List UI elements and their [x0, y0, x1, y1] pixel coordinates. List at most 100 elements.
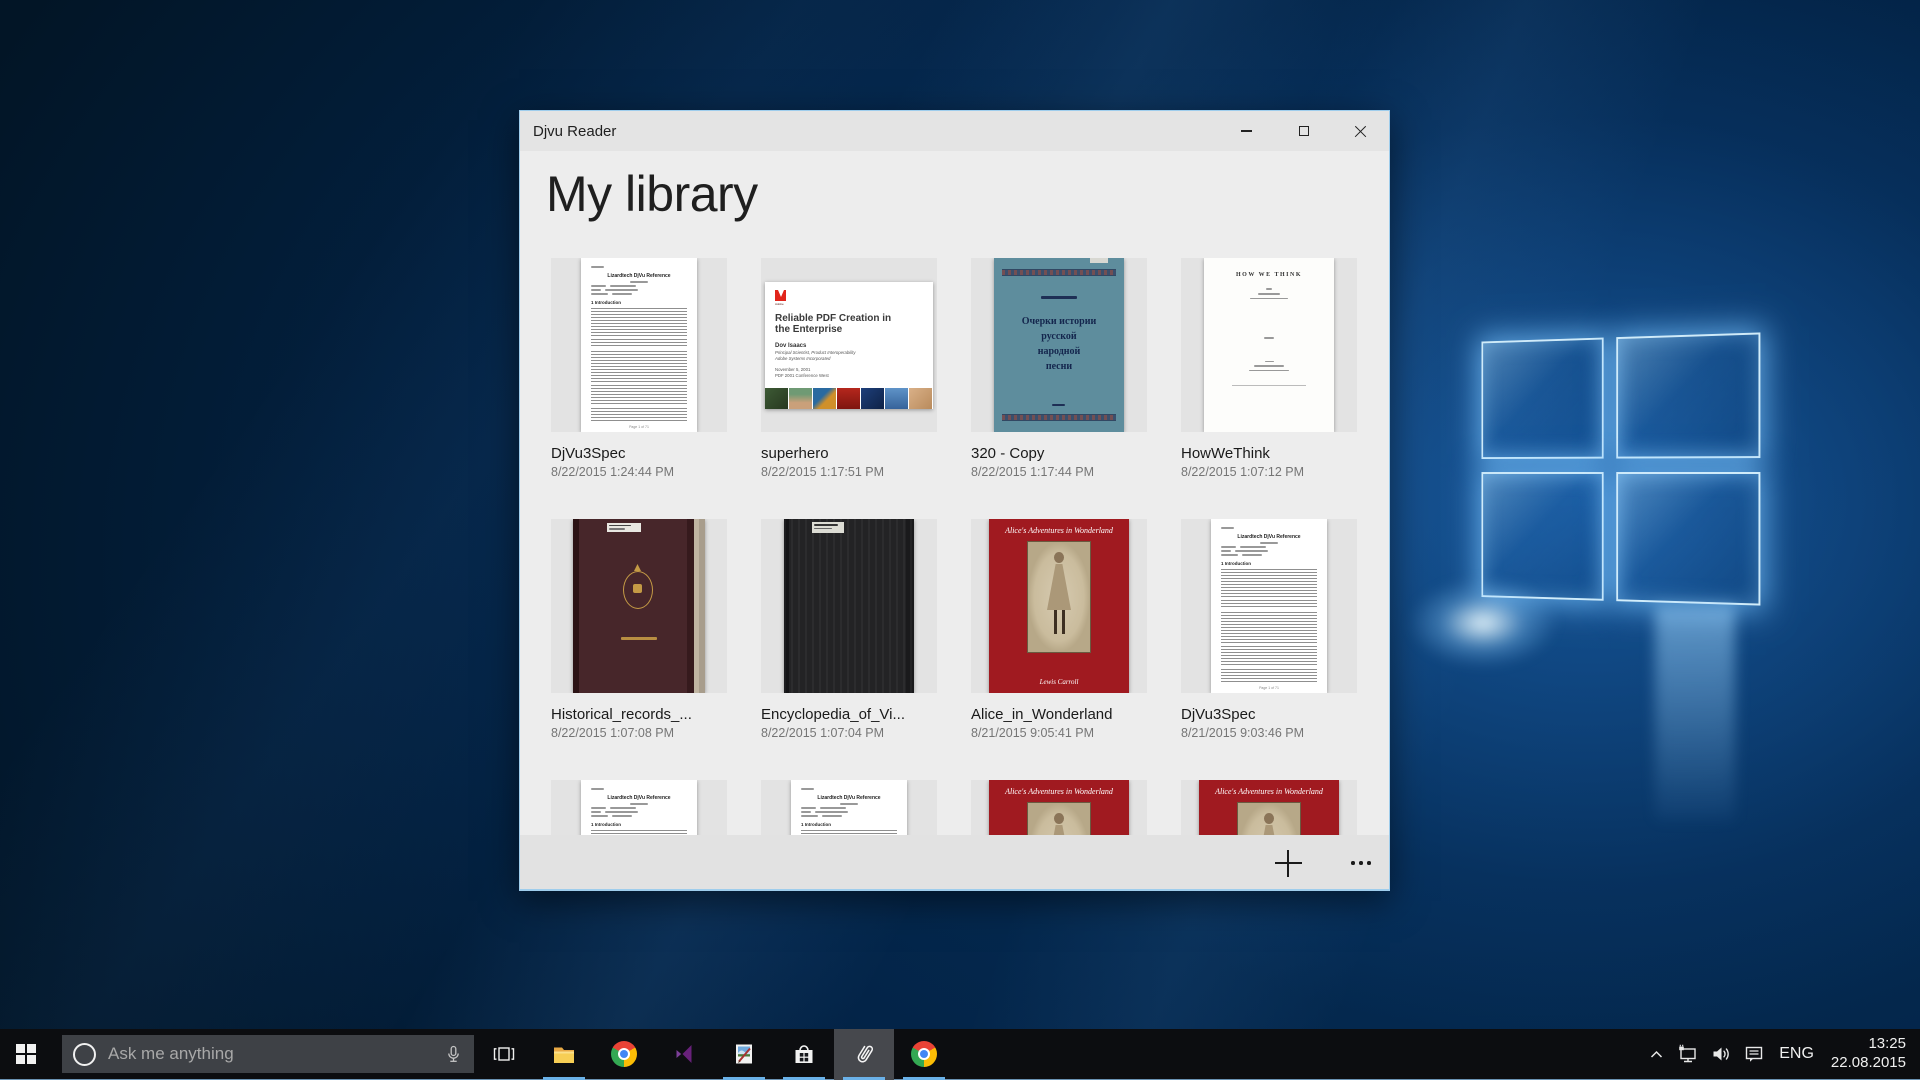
item-date: 8/22/2015 1:17:51 PM: [761, 465, 937, 479]
language-indicator[interactable]: ENG: [1775, 1045, 1818, 1063]
library-item[interactable]: Lizardtech DjVu Reference 1 Introduction: [1181, 519, 1357, 780]
library-item[interactable]: Alice's Adventures in Wonderland Lewis C…: [971, 519, 1147, 780]
cover-red-book: Alice's Adventures in Wonderland Lewis C…: [989, 519, 1129, 693]
library-label: [812, 522, 844, 533]
cover-maroon-book: [573, 519, 705, 693]
doc-section: 1 Introduction: [1221, 561, 1317, 566]
text-line: [630, 281, 648, 283]
text-line: [1250, 298, 1288, 300]
text-paragraph: [1221, 600, 1317, 609]
volume-button[interactable]: [1709, 1042, 1733, 1066]
maximize-button[interactable]: [1275, 111, 1332, 151]
app-command-bar: [520, 835, 1389, 890]
text-line: [612, 815, 632, 817]
library-label: [607, 523, 641, 532]
action-center-button[interactable]: [1742, 1042, 1766, 1066]
tray-time: 13:25: [1831, 1035, 1906, 1054]
book-title: HOW WE THINK: [1204, 272, 1334, 278]
doc-header: Lizardtech DjVu Reference: [591, 273, 687, 279]
visual-studio-button[interactable]: [654, 1029, 714, 1080]
text-line: [1249, 370, 1289, 372]
text-line: [815, 811, 848, 813]
text-line: [591, 285, 606, 287]
library-item[interactable]: HOW WE THINK HowWeThink 8/22/2015 1:: [1181, 258, 1357, 519]
library-item-partial[interactable]: Lizardtech DjVu Reference 1 Introduction: [761, 780, 937, 835]
text-line: [591, 815, 608, 817]
book-title: Alice's Adventures in Wonderland: [989, 526, 1129, 535]
slide-event: PDF 2001 Conference West: [775, 373, 933, 379]
text-paragraph: [591, 308, 687, 336]
library-view: My library Lizardtech DjVu Reference 1 I…: [520, 151, 1389, 835]
taskbar-search[interactable]: [62, 1035, 474, 1073]
window-controls: [1218, 111, 1389, 151]
system-tray: ENG 13:25 22.08.2015: [1646, 1029, 1920, 1080]
add-book-button[interactable]: [1265, 840, 1311, 886]
item-title: HowWeThink: [1181, 445, 1357, 462]
more-button[interactable]: [1338, 840, 1384, 886]
windows-store-button[interactable]: [774, 1029, 834, 1080]
gold-caption-line: [621, 637, 657, 640]
window-titlebar[interactable]: Djvu Reader: [520, 111, 1389, 151]
djvu-reader-taskbar-button[interactable]: [834, 1029, 894, 1080]
start-button[interactable]: [0, 1029, 52, 1080]
item-title: superhero: [761, 445, 937, 462]
slide-title: Reliable PDF Creation in the Enterprise: [775, 313, 895, 336]
network-button[interactable]: [1676, 1042, 1700, 1066]
search-input[interactable]: [108, 1044, 443, 1064]
library-item[interactable]: Adobe Reliable PDF Creation in the Enter…: [761, 258, 937, 519]
file-explorer-button[interactable]: [534, 1029, 594, 1080]
title-line: русской: [994, 329, 1124, 344]
close-button[interactable]: [1332, 111, 1389, 151]
library-item[interactable]: Historical_records_... 8/22/2015 1:07:08…: [551, 519, 727, 780]
text-line: [1221, 546, 1236, 548]
text-paragraph: [591, 339, 687, 348]
item-title: Encyclopedia_of_Vi...: [761, 706, 937, 723]
library-item-partial[interactable]: Alice's Adventures in Wonderland: [971, 780, 1147, 835]
text-paragraph: [1221, 612, 1317, 643]
text-line: [820, 807, 846, 809]
logo-pane: [1616, 472, 1760, 606]
text-paragraph: [1221, 669, 1317, 682]
text-line: [605, 289, 638, 291]
library-item[interactable]: Lizardtech DjVu Reference 1 Introduction: [551, 258, 727, 519]
plus-icon: [1275, 850, 1302, 877]
library-item[interactable]: Очерки истории русской народной песни 32…: [971, 258, 1147, 519]
book-thumbnail: Lizardtech DjVu Reference 1 Introduction: [551, 258, 727, 432]
paint-icon: [731, 1041, 757, 1067]
cortana-circle-icon: [73, 1043, 96, 1066]
network-icon: [1676, 1042, 1700, 1066]
alice-illustration: [1237, 802, 1301, 835]
library-grid: Lizardtech DjVu Reference 1 Introduction: [551, 258, 1360, 835]
text-paragraph: [591, 408, 687, 421]
text-line: [814, 528, 832, 530]
text-line: [1221, 554, 1238, 556]
year-line: [1052, 404, 1065, 406]
windows-logo-icon: [16, 1044, 36, 1064]
tray-chevron-button[interactable]: [1646, 1044, 1667, 1065]
windows-hero-logo: [1481, 332, 1774, 614]
doc-header: Lizardtech DjVu Reference: [1221, 534, 1317, 540]
library-item-partial[interactable]: Lizardtech DjVu Reference 1 Introduction: [551, 780, 727, 835]
book-thumbnail: Lizardtech DjVu Reference 1 Introduction: [761, 780, 937, 835]
microphone-icon[interactable]: [443, 1044, 464, 1065]
library-item-partial[interactable]: Alice's Adventures in Wonderland: [1181, 780, 1357, 835]
chrome-button-2[interactable]: [894, 1029, 954, 1080]
paint-button[interactable]: [714, 1029, 774, 1080]
book-thumbnail: Alice's Adventures in Wonderland Lewis C…: [971, 519, 1147, 693]
adobe-wordmark: Adobe: [775, 302, 933, 306]
text-line: [1260, 542, 1278, 544]
task-view-button[interactable]: [474, 1029, 534, 1080]
book-thumbnail: Alice's Adventures in Wonderland: [971, 780, 1147, 835]
book-thumbnail: HOW WE THINK: [1181, 258, 1357, 432]
clock[interactable]: 13:25 22.08.2015: [1827, 1035, 1906, 1073]
window-title: Djvu Reader: [520, 123, 1218, 140]
minimize-button[interactable]: [1218, 111, 1275, 151]
chrome-button[interactable]: [594, 1029, 654, 1080]
library-item[interactable]: Encyclopedia_of_Vi... 8/22/2015 1:07:04 …: [761, 519, 937, 780]
book-title: Alice's Adventures in Wonderland: [989, 787, 1129, 796]
book-thumbnail: Lizardtech DjVu Reference 1 Introduction: [551, 780, 727, 835]
text-line: [1258, 293, 1280, 295]
book-thumbnail: [551, 519, 727, 693]
text-line: [605, 811, 638, 813]
desktop: Djvu Reader My library Lizardtech DjVu R…: [0, 0, 1920, 1080]
